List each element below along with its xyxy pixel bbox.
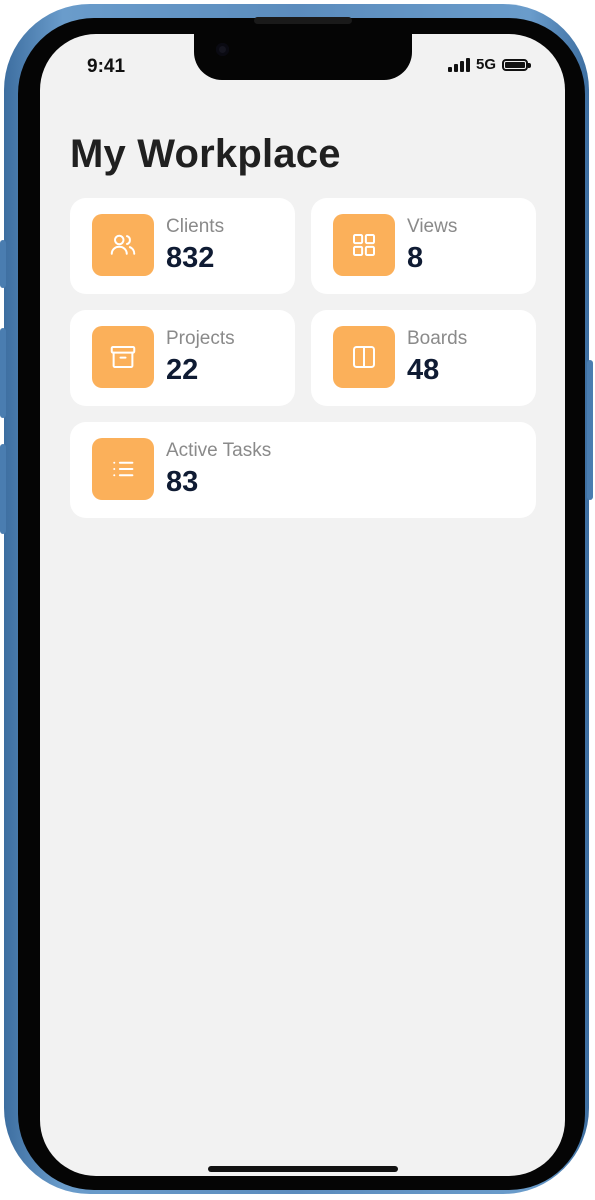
columns-icon [353, 346, 375, 368]
cellular-signal-icon [448, 57, 470, 72]
phone-frame: 9:41 5G My Workplace Clients 832 Views 8… [0, 4, 593, 1194]
volume-up-button [0, 328, 6, 418]
card-value: 8 [407, 242, 424, 274]
page-title: My Workplace [70, 132, 341, 176]
card-label: Views [407, 216, 458, 237]
home-indicator[interactable] [208, 1166, 398, 1172]
card-icon-tile [92, 438, 154, 500]
card-value: 22 [166, 354, 199, 386]
card-icon-tile [333, 326, 395, 388]
card-active-tasks[interactable]: Active Tasks 83 [70, 422, 536, 518]
card-value: 832 [166, 242, 215, 274]
screen: 9:41 5G My Workplace Clients 832 Views 8… [40, 34, 565, 1176]
card-value: 48 [407, 354, 440, 386]
status-indicators: 5G [448, 56, 532, 73]
card-icon-tile [333, 214, 395, 276]
card-icon-tile [92, 214, 154, 276]
notch [194, 34, 412, 80]
silent-switch [0, 240, 6, 288]
card-clients[interactable]: Clients 832 [70, 198, 295, 294]
network-type: 5G [476, 56, 497, 73]
card-icon-tile [92, 326, 154, 388]
list-icon [113, 461, 134, 477]
card-value: 83 [166, 466, 199, 498]
card-boards[interactable]: Boards 48 [311, 310, 536, 406]
power-button [587, 360, 593, 500]
users-icon [110, 234, 136, 255]
card-label: Projects [166, 328, 235, 349]
card-views[interactable]: Views 8 [311, 198, 536, 294]
front-camera [216, 43, 229, 56]
earpiece-speaker [254, 17, 352, 24]
card-projects[interactable]: Projects 22 [70, 310, 295, 406]
card-label: Boards [407, 328, 468, 349]
grid-icon [353, 234, 375, 256]
archive-icon [110, 346, 136, 368]
battery-icon [502, 58, 532, 71]
card-label: Clients [166, 216, 225, 237]
card-label: Active Tasks [166, 440, 272, 461]
volume-down-button [0, 444, 6, 534]
status-time: 9:41 [87, 56, 126, 77]
